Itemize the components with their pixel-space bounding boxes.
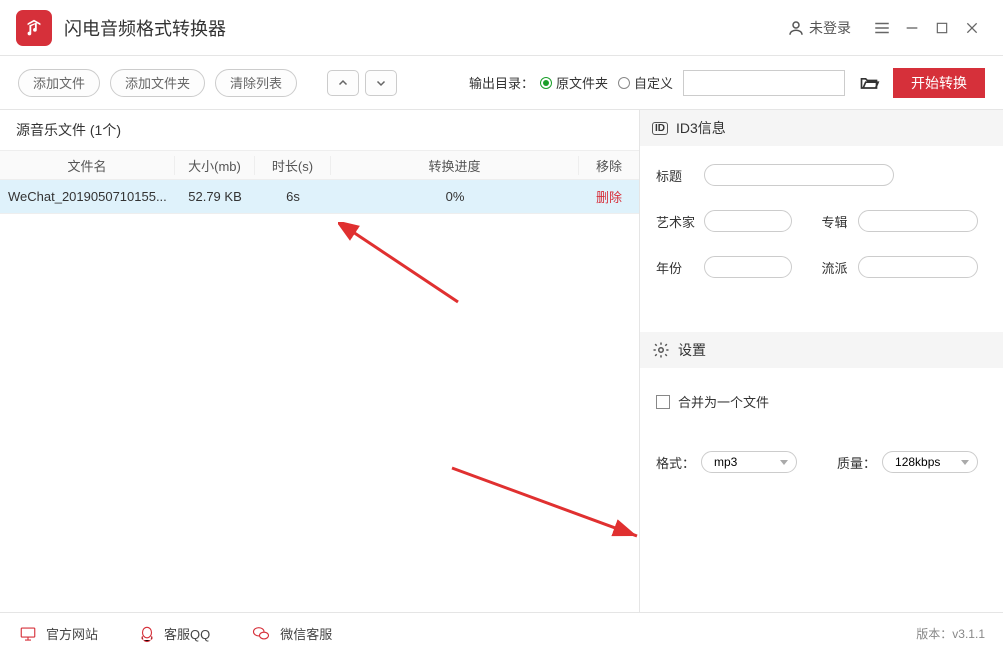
maximize-button[interactable] [927,13,957,43]
merge-label: 合并为一个文件 [678,392,769,411]
settings-section-header: 设置 [640,332,1003,368]
id3-album-input[interactable] [858,210,978,232]
radio-source-folder[interactable]: 原文件夹 [540,73,608,92]
merge-checkbox[interactable]: 合并为一个文件 [656,392,987,411]
col-duration: 时长(s) [255,156,331,175]
format-dropdown[interactable]: mp3 [701,451,797,473]
cell-progress: 0% [331,189,579,204]
minimize-button[interactable] [897,13,927,43]
table-row[interactable]: WeChat_2019050710155... 52.79 KB 6s 0% 删… [0,180,639,214]
app-logo [16,10,52,46]
user-icon [787,19,805,37]
maximize-icon [935,21,949,35]
chevron-up-icon [337,77,349,89]
radio-dot-icon [540,77,552,89]
id3-artist-label: 艺术家 [656,212,704,231]
delete-row-button[interactable]: 删除 [579,187,639,206]
id3-year-label: 年份 [656,258,704,277]
menu-button[interactable] [867,13,897,43]
qq-support-link[interactable]: 客服QQ [138,624,210,644]
version-label: 版本：v3.1.1 [916,625,985,642]
table-header: 文件名 大小(mb) 时长(s) 转换进度 移除 [0,150,639,180]
quality-label: 质量： [837,453,876,472]
folder-open-icon [858,73,880,93]
qq-label: 客服QQ [164,624,210,643]
close-icon [964,20,980,36]
radio-source-label: 原文件夹 [556,73,608,92]
id3-genre-label: 流派 [822,258,858,277]
id3-genre-input[interactable] [858,256,978,278]
browse-folder-button[interactable] [855,70,883,96]
wechat-support-link[interactable]: 微信客服 [250,624,332,643]
wechat-icon [250,625,272,643]
format-label: 格式： [656,453,695,472]
close-button[interactable] [957,13,987,43]
col-size: 大小(mb) [175,156,255,175]
id3-title: ID3信息 [676,118,726,138]
radio-custom-label: 自定义 [634,73,673,92]
output-path-input[interactable] [683,70,845,96]
login-button[interactable]: 未登录 [787,18,851,38]
col-filename: 文件名 [0,156,175,175]
col-remove: 移除 [579,156,639,175]
output-dir-label: 输出目录： [469,73,534,92]
wechat-label: 微信客服 [280,624,332,643]
id3-title-input[interactable] [704,164,894,186]
quality-dropdown[interactable]: 128kbps [882,451,978,473]
radio-custom-folder[interactable]: 自定义 [618,73,673,92]
menu-icon [873,19,891,37]
settings-title: 设置 [678,340,706,360]
checkbox-icon [656,395,670,409]
col-progress: 转换进度 [331,156,579,175]
clear-list-button[interactable]: 清除列表 [215,69,297,97]
app-title: 闪电音频格式转换器 [64,15,226,41]
monitor-icon [18,625,38,643]
id-icon: ID [652,122,668,135]
id3-artist-input[interactable] [704,210,792,232]
move-down-button[interactable] [365,70,397,96]
id3-year-input[interactable] [704,256,792,278]
id3-section-header: ID ID3信息 [640,110,1003,146]
add-folder-button[interactable]: 添加文件夹 [110,69,205,97]
quality-value: 128kbps [895,455,940,469]
cell-filename: WeChat_2019050710155... [0,189,175,204]
radio-dot-icon [618,77,630,89]
file-list-header: 源音乐文件 (1个) [0,110,639,150]
move-up-button[interactable] [327,70,359,96]
qq-icon [138,624,156,644]
cell-size: 52.79 KB [175,189,255,204]
gear-icon [652,341,670,359]
start-convert-button[interactable]: 开始转换 [893,68,985,98]
minimize-icon [904,20,920,36]
website-label: 官方网站 [46,624,98,643]
id3-album-label: 专辑 [822,212,858,231]
id3-title-label: 标题 [656,166,704,185]
official-website-link[interactable]: 官方网站 [18,624,98,643]
add-file-button[interactable]: 添加文件 [18,69,100,97]
chevron-down-icon [375,77,387,89]
login-label: 未登录 [809,18,851,38]
cell-duration: 6s [255,189,331,204]
format-value: mp3 [714,455,737,469]
